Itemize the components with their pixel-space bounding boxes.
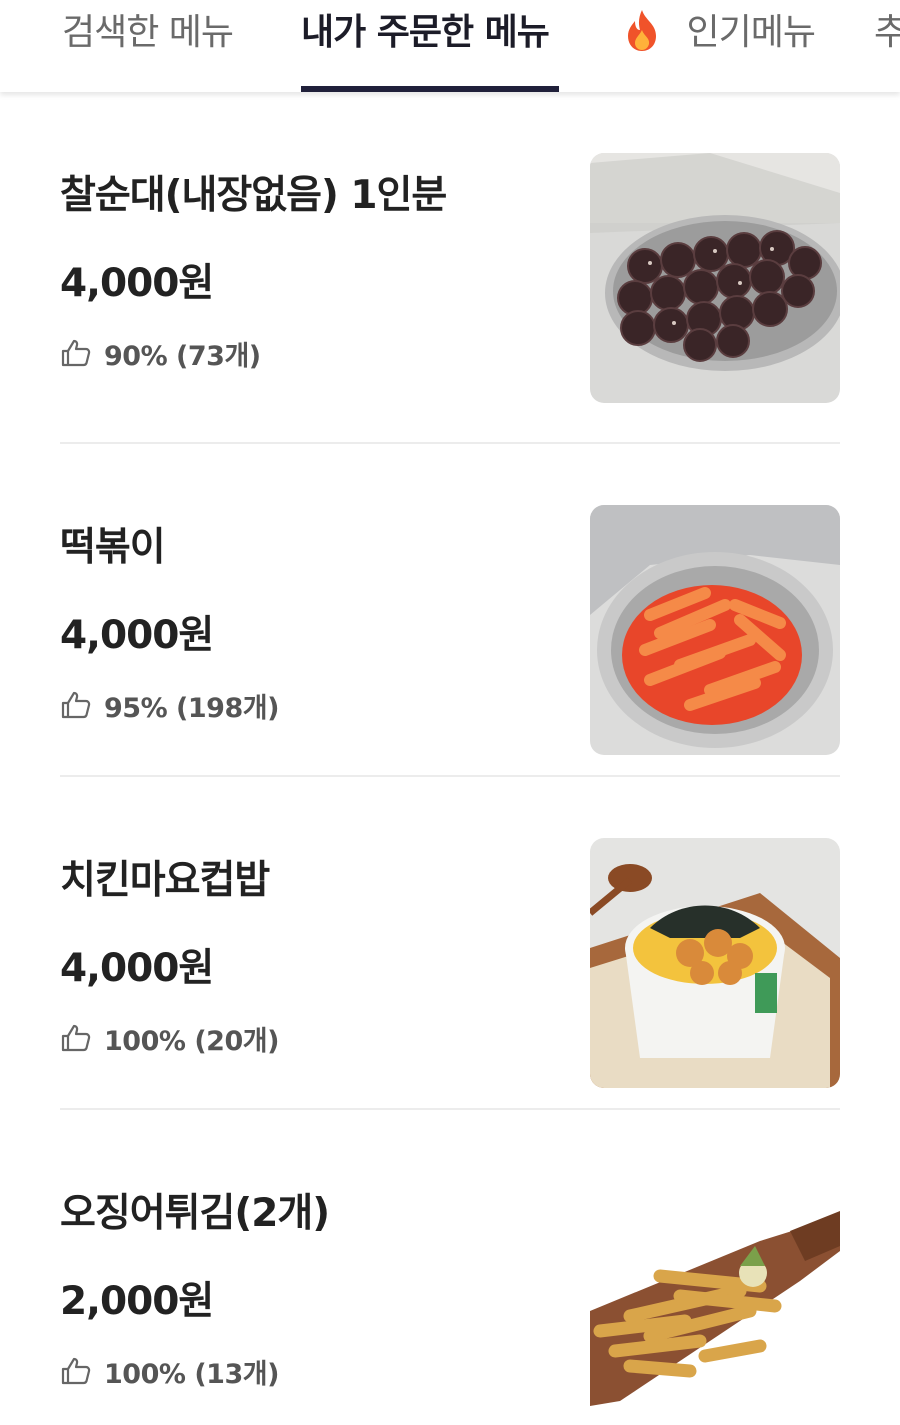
menu-tab-bar: 검색한 메뉴 내가 주문한 메뉴 인기메뉴 추 (0, 0, 900, 92)
menu-item[interactable]: 찰순대(내장없음) 1인분 4,000원 90% (73개) (0, 92, 900, 444)
menu-item[interactable]: 떡볶이 4,000원 95% (198개) (0, 444, 900, 777)
rating-text: 100% (20개) (104, 1025, 279, 1057)
menu-item-rating: 100% (20개) (60, 1021, 279, 1057)
thumbs-up-icon (61, 339, 91, 367)
menu-item-price: 2,000원 (60, 1279, 214, 1324)
rating-text: 100% (13개) (104, 1358, 279, 1390)
tab-searched-menu[interactable]: 검색한 메뉴 (62, 0, 234, 92)
tab-next-partial[interactable]: 추 (874, 0, 900, 92)
menu-item-rating: 95% (198개) (60, 688, 279, 724)
thumbs-up-icon (61, 691, 91, 719)
menu-item-name: 치킨마요컵밥 (60, 858, 270, 903)
thumbs-up-icon (61, 1024, 91, 1052)
menu-item-name: 오징어튀김(2개) (60, 1191, 330, 1236)
menu-item-price: 4,000원 (60, 946, 214, 991)
menu-item-name: 떡볶이 (60, 525, 166, 570)
menu-item[interactable]: 치킨마요컵밥 4,000원 100% (20개) (0, 777, 900, 1110)
menu-item-price: 4,000원 (60, 613, 214, 658)
thumbs-up-icon (61, 1357, 91, 1385)
tab-popular-menu-label: 인기메뉴 (686, 12, 815, 53)
tab-my-ordered-menu[interactable]: 내가 주문한 메뉴 (301, 0, 559, 92)
chicken-mayo-cupbap-photo (590, 838, 840, 1088)
menu-item-rating: 90% (73개) (60, 336, 261, 372)
menu-item-name: 찰순대(내장없음) 1인분 (60, 173, 447, 218)
tab-my-ordered-menu-label: 내가 주문한 메뉴 (301, 12, 550, 53)
menu-item[interactable]: 오징어튀김(2개) 2,000원 100% (13개) (0, 1110, 900, 1425)
fire-icon (622, 8, 662, 52)
menu-item-price: 4,000원 (60, 261, 214, 306)
tab-popular-menu[interactable]: 인기메뉴 (622, 0, 816, 92)
soondae-photo (590, 153, 840, 403)
tteokbokki-photo (590, 505, 840, 755)
rating-text: 90% (73개) (104, 340, 261, 372)
menu-list: 찰순대(내장없음) 1인분 4,000원 90% (73개) 떡볶이 4,000… (0, 92, 900, 1425)
fried-squid-photo (590, 1171, 840, 1421)
menu-item-rating: 100% (13개) (60, 1354, 279, 1390)
rating-text: 95% (198개) (104, 692, 279, 724)
